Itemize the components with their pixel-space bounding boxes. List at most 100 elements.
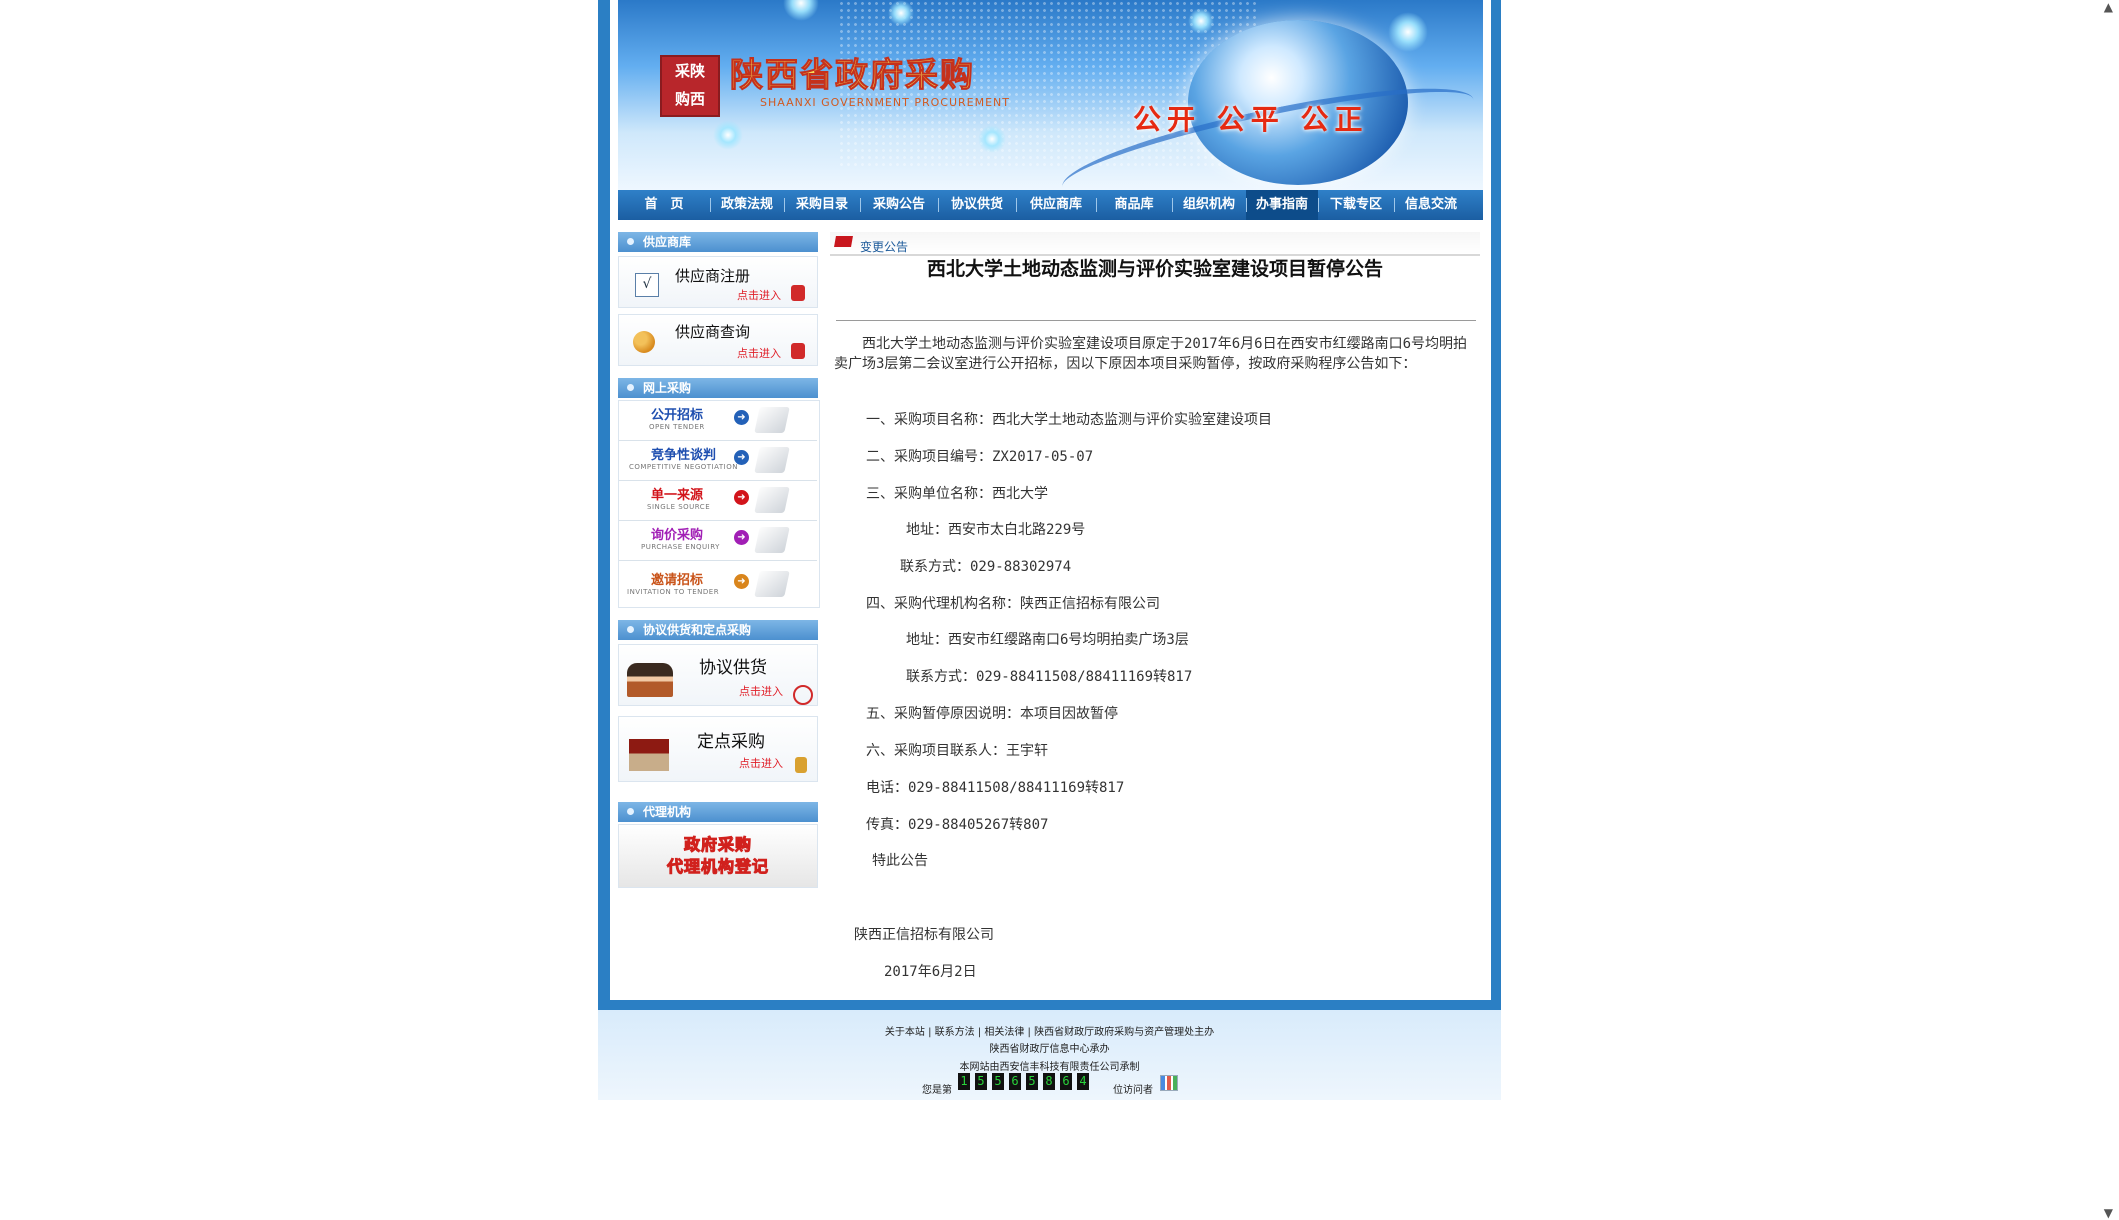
pointer-icon <box>791 285 805 301</box>
click-enter-link[interactable]: 点击进入 <box>737 345 781 361</box>
tender-picture <box>754 447 790 473</box>
article-intro: 西北大学土地动态监测与评价实验室建设项目原定于2017年6月6日在西安市红缨路南… <box>834 336 1467 372</box>
sidebar-head-supplier: 供应商库 <box>618 232 818 252</box>
tender-invitation[interactable]: 邀请招标 INVITATION TO TENDER ➜ <box>619 561 817 606</box>
tender-label: 公开招标 <box>651 408 704 423</box>
tab-label[interactable]: 变更公告 <box>860 238 908 255</box>
article-panel: 变更公告 西北大学土地动态监测与评价实验室建设项目暂停公告 西北大学土地动态监测… <box>830 232 1480 992</box>
supplier-query-card[interactable]: 供应商查询 点击进入 <box>618 314 818 366</box>
sidebar-head-online: 网上采购 <box>618 378 818 398</box>
site-title: 陕西省政府采购 <box>730 55 975 95</box>
article-tab: 变更公告 <box>830 232 1480 256</box>
nav-catalog[interactable]: 采购目录 <box>784 190 860 220</box>
stats-icon[interactable] <box>1160 1075 1178 1091</box>
nav-guide[interactable]: 办事指南 <box>1246 190 1318 220</box>
people-icon <box>633 331 655 353</box>
item-reason: 五、采购暂停原因说明：本项目因故暂停 <box>866 706 1118 722</box>
tender-english: COMPETITIVE NEGOTIATION <box>629 463 738 471</box>
supplier-register-card[interactable]: √ 供应商注册 点击进入 <box>618 256 818 308</box>
divider <box>836 320 1476 321</box>
tender-english: PURCHASE ENQUIRY <box>641 543 720 551</box>
item-agency: 四、采购代理机构名称：陕西正信招标有限公司 <box>866 596 1160 612</box>
tender-label: 邀请招标 <box>651 573 704 588</box>
click-enter-link[interactable]: 点击进入 <box>739 755 783 771</box>
agency-banner-line2: 代理机构登记 <box>666 857 769 877</box>
click-enter-link[interactable]: 点击进入 <box>737 287 781 303</box>
item-purchaser: 三、采购单位名称：西北大学 <box>866 486 1048 502</box>
agency-contact: 联系方式：029-88411508/88411169转817 <box>906 669 1193 685</box>
tender-single-source[interactable]: 单一来源 SINGLE SOURCE ➜ <box>619 481 817 521</box>
footer-maker: 本网站由西安信丰科技有限责任公司承制 <box>959 1062 1140 1073</box>
tender-english: INVITATION TO TENDER <box>627 588 720 596</box>
arrow-icon: ➜ <box>734 530 749 545</box>
agency-banner-line1: 政府采购 <box>683 835 752 855</box>
arrow-icon: ➜ <box>734 450 749 465</box>
counter-digit: 8 <box>1043 1073 1055 1090</box>
footer-sponsor: 陕西省财政厅政府采购与资产管理处主办 <box>1034 1027 1215 1038</box>
nav-goods[interactable]: 商品库 <box>1096 190 1172 220</box>
nav-organization[interactable]: 组织机构 <box>1172 190 1246 220</box>
stall-icon <box>629 739 669 771</box>
fixed-purchase-card[interactable]: 定点采购 点击进入 <box>618 716 818 782</box>
tender-enquiry[interactable]: 询价采购 PURCHASE ENQUIRY ➜ <box>619 521 817 561</box>
tender-picture <box>754 527 790 553</box>
item-contact-person: 六、采购项目联系人：王宇轩 <box>866 743 1048 759</box>
light-dot <box>1388 12 1428 52</box>
nav-exchange[interactable]: 信息交流 <box>1394 190 1468 220</box>
header-banner: 采陕 购西 陕西省政府采购 SHAANXI GOVERNMENT PROCUREM… <box>618 0 1483 190</box>
visitor-prefix: 您是第 <box>922 1085 952 1096</box>
footer-link-law[interactable]: 相关法律 <box>984 1027 1024 1038</box>
nav-policy[interactable]: 政策法规 <box>710 190 784 220</box>
scroll-down-icon[interactable]: ▼ <box>2104 1206 2113 1220</box>
tender-english: SINGLE SOURCE <box>647 503 711 511</box>
tender-picture <box>754 487 790 513</box>
arrow-icon: ➜ <box>734 490 749 505</box>
site-subtitle: SHAANXI GOVERNMENT PROCUREMENT <box>760 96 1010 109</box>
fixed-purchase-label: 定点采购 <box>697 732 765 752</box>
purchaser-address: 地址：西安市太白北路229号 <box>906 522 1086 538</box>
main-nav: 首 页 政策法规 采购目录 采购公告 协议供货 供应商库 商品库 组织机构 办事… <box>618 190 1483 220</box>
footer-link-about[interactable]: 关于本站 <box>885 1027 925 1038</box>
pointer-icon <box>791 343 805 359</box>
supplier-query-label: 供应商查询 <box>675 323 751 341</box>
pointer-icon <box>793 685 813 705</box>
person-at-desk-icon <box>627 663 673 697</box>
light-dot <box>713 120 743 150</box>
nav-announcement[interactable]: 采购公告 <box>860 190 938 220</box>
item-project-name: 一、采购项目名称：西北大学土地动态监测与评价实验室建设项目 <box>866 412 1272 428</box>
tender-picture <box>754 407 790 433</box>
flag-icon <box>834 236 853 247</box>
signature-company: 陕西正信招标有限公司 <box>854 927 994 943</box>
tender-negotiation[interactable]: 竞争性谈判 COMPETITIVE NEGOTIATION ➜ <box>619 441 817 481</box>
tender-english: OPEN TENDER <box>649 423 705 431</box>
footer-links: 关于本站 | 联系方法 | 相关法律 | 陕西省财政厅政府采购与资产管理处主办 <box>884 1027 1215 1038</box>
nav-agreement[interactable]: 协议供货 <box>938 190 1016 220</box>
tender-label: 单一来源 <box>651 488 704 503</box>
contact-fax: 传真：029-88405267转807 <box>866 817 1049 833</box>
counter-digit: 5 <box>992 1073 1004 1090</box>
tender-label: 竞争性谈判 <box>651 448 717 463</box>
counter-digit: 6 <box>1060 1073 1072 1090</box>
contact-phone: 电话：029-88411508/88411169转817 <box>866 780 1125 796</box>
nav-home[interactable]: 首 页 <box>618 190 710 220</box>
nav-download[interactable]: 下载专区 <box>1318 190 1394 220</box>
click-enter-link[interactable]: 点击进入 <box>739 683 783 699</box>
purchaser-contact: 联系方式：029-88302974 <box>900 559 1072 575</box>
light-dot <box>888 0 914 26</box>
scroll-up-icon[interactable]: ▲ <box>2104 0 2113 14</box>
closing-note: 特此公告 <box>872 853 928 869</box>
tender-open[interactable]: 公开招标 OPEN TENDER ➜ <box>619 401 817 441</box>
tender-picture <box>754 571 790 597</box>
arrow-icon: ➜ <box>734 410 749 425</box>
nav-supplier[interactable]: 供应商库 <box>1016 190 1096 220</box>
light-dot <box>1188 8 1214 34</box>
agreement-supply-card[interactable]: 协议供货 点击进入 <box>618 644 818 706</box>
agency-address: 地址：西安市红缨路南口6号均明拍卖广场3层 <box>906 632 1189 648</box>
light-dot <box>783 0 819 21</box>
supplier-register-label: 供应商注册 <box>675 267 751 285</box>
tender-list: 公开招标 OPEN TENDER ➜ 竞争性谈判 COMPETITIVE NEG… <box>618 400 820 608</box>
agency-register-banner[interactable]: 政府采购 代理机构登记 <box>618 824 818 888</box>
counter-digit: 4 <box>1077 1073 1089 1090</box>
footer-link-contact[interactable]: 联系方法 <box>935 1027 975 1038</box>
logo-seal: 采陕 购西 <box>660 55 720 117</box>
